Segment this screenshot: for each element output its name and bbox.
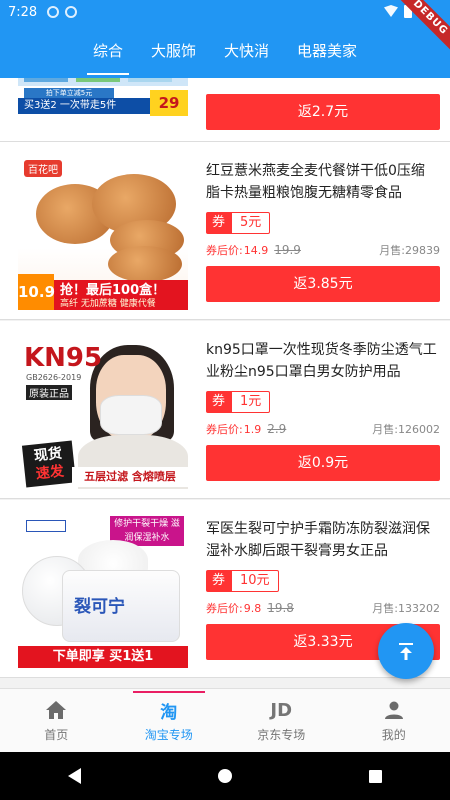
app-screen: 7:28 DEBUG 综合 大服饰 大快消 电器美家 拍下单立减5元 买3送2 …	[0, 0, 450, 800]
product-image[interactable]: KN95 GB2626-2019 原装正品 现货 速发 五层过滤 含熔喷层	[18, 335, 188, 489]
coupon-badge: 券 1元	[206, 391, 271, 413]
home-button-icon[interactable]	[217, 769, 232, 783]
home-icon	[46, 701, 67, 719]
status-bar: 7:28 DEBUG	[0, 0, 450, 58]
price-row: 券后价: 9.8 19.8 月售:133202	[206, 601, 440, 615]
scroll-to-top-button[interactable]	[378, 623, 434, 679]
product-image[interactable]: 拍下单立减5元 买3送2 一次带走5件 29	[18, 78, 188, 118]
tab-appliances[interactable]: 电器美家	[283, 24, 371, 78]
price-row: 券后价: 14.9 19.9 月售:29839	[206, 243, 440, 257]
notification-icon	[47, 6, 60, 18]
rebate-button[interactable]: 返3.85元	[206, 266, 440, 302]
list-item[interactable]: 拍下单立减5元 买3送2 一次带走5件 29 返2.7元	[0, 78, 450, 142]
rebate-button[interactable]: 返2.7元	[206, 94, 440, 130]
status-time: 7:28	[8, 4, 38, 20]
jd-icon: JD	[270, 699, 293, 721]
list-item[interactable]: KN95 GB2626-2019 原装正品 现货 速发 五层过滤 含熔喷层 kn9…	[0, 321, 450, 499]
system-navigation-bar	[0, 752, 450, 800]
coupon-badge: 券 5元	[206, 212, 271, 234]
tab-apparel[interactable]: 大服饰	[137, 24, 210, 78]
product-title[interactable]: 红豆薏米燕麦全麦代餐饼干低0压缩脂卡热量粗粮饱腹无糖精零食品	[206, 160, 438, 204]
price-row: 券后价: 1.9 2.9 月售:126002	[206, 422, 440, 436]
product-title[interactable]: 军医生裂可宁护手霜防冻防裂滋润保湿补水脚后跟干裂膏男女正品	[206, 518, 438, 562]
sync-icon	[65, 6, 78, 18]
back-icon[interactable]	[68, 768, 82, 784]
tab-all[interactable]: 综合	[79, 24, 137, 78]
bottom-navigation: 首页 淘 淘宝专场 JD 京东专场 我的	[0, 688, 450, 752]
category-tabs: 综合 大服饰 大快消 电器美家	[0, 24, 450, 78]
rebate-button[interactable]: 返0.9元	[206, 445, 440, 481]
tab-fmcg[interactable]: 大快消	[210, 24, 283, 78]
coupon-badge: 券 10元	[206, 570, 279, 592]
list-item[interactable]: 百花吧 10.9 抢！最后100盒！ 高纤 无加蔗糖 健康代餐 红豆薏米燕麦全麦…	[0, 142, 450, 320]
nav-taobao[interactable]: 淘 淘宝专场	[113, 689, 226, 752]
nav-jd[interactable]: JD 京东专场	[225, 689, 338, 752]
taobao-icon: 淘	[160, 702, 178, 723]
wifi-icon	[384, 5, 398, 17]
product-title[interactable]: kn95口罩一次性现货冬季防尘透气工业粉尘n95口罩白男女防护用品	[206, 339, 438, 383]
product-image[interactable]: 百花吧 10.9 抢！最后100盒！ 高纤 无加蔗糖 健康代餐	[18, 156, 188, 310]
recent-apps-icon[interactable]	[368, 769, 382, 783]
arrow-up-icon	[399, 643, 413, 660]
product-image[interactable]: 修护干裂干燥 滋润保湿补水 裂可宁 下单即享 买1送1	[18, 514, 188, 668]
product-list[interactable]: 拍下单立减5元 买3送2 一次带走5件 29 返2.7元 百花吧 10.9 抢！…	[0, 78, 450, 688]
nav-profile[interactable]: 我的	[338, 689, 450, 752]
nav-home[interactable]: 首页	[0, 689, 113, 752]
person-icon	[384, 701, 403, 719]
